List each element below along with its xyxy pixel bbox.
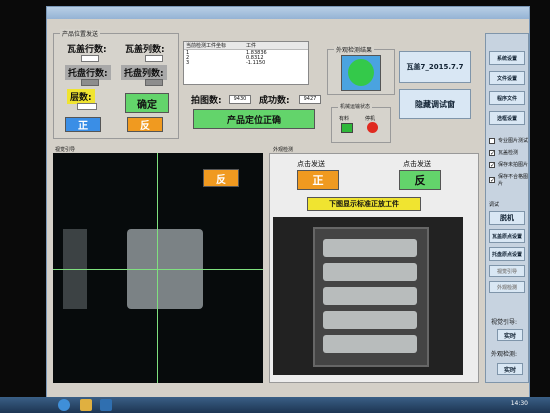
left-camera-view: 反 [53,153,263,383]
title-bar [47,7,529,19]
right-cam-label: 外观检测 [273,147,294,153]
left-cam-label: 视觉引导 [55,147,76,153]
rows-a-input[interactable] [81,55,99,62]
workpiece-4 [323,311,417,329]
visual-guide-sub-label: 视觉引导: [491,319,518,326]
cols-a-label: 瓦盖列数: [125,45,165,55]
file-settings-button[interactable]: 文件设置 [489,71,525,85]
click-send-label-1: 点击发送 [297,160,325,168]
table-header-cell: 工件 [246,43,257,49]
hide-debug-button[interactable]: 隐藏调试窗 [399,89,471,119]
position-status: 产品定位正确 [193,109,315,129]
system-settings-button[interactable]: 系统设置 [489,51,525,65]
crosshair-horizontal [53,269,263,270]
robot-panel-label: 机械运输状态 [338,103,373,110]
checkbox-save-unshot[interactable]: 保存未拍图片 [489,161,528,168]
offline-button[interactable]: 脱机 [489,211,525,225]
right-camera-view [273,217,463,375]
debug-section-label: 调试 [489,202,500,208]
success-count-label: 成功数: [259,96,290,106]
workpiece-1 [323,239,417,257]
taskbar: 14:30 [0,397,550,413]
program-file-button[interactable]: 程序文件 [489,91,525,105]
front-button[interactable]: 正 [65,117,101,132]
rows-b-input[interactable] [81,79,99,86]
left-cam-badge: 反 [203,169,239,187]
send-front-button[interactable]: 正 [297,170,339,190]
robot-light-2 [367,122,378,133]
visual-guide-button[interactable]: 视觉引导 [489,265,525,277]
app-icon[interactable] [100,399,112,411]
robot-panel: 机械运输状态 [331,103,391,143]
product-panel-label: 产品位置发送 [60,29,101,38]
start-icon[interactable] [58,399,70,411]
shot-count-label: 拍图数: [191,96,222,106]
appearance-sub-label: 外观检测: [491,351,518,358]
explorer-icon[interactable] [80,399,92,411]
tray-origin-button[interactable]: 托盘原点设置 [489,247,525,261]
table-header-cell: 当前检测工件坐标 [186,43,227,49]
workpiece-5 [323,335,417,353]
checkbox-box[interactable] [489,161,495,168]
robot-light-1 [341,123,353,133]
cols-b-input[interactable] [145,79,163,86]
checkbox-box[interactable] [489,177,495,183]
checkbox-save-ng[interactable]: 保存不合格图片 [489,173,529,187]
crosshair-vertical [157,153,158,383]
checkbox-label: 保存不合格图片 [498,174,529,187]
robot-light-1-label: 有料 [339,116,350,122]
workpiece-2 [323,263,417,281]
click-send-label-2: 点击发送 [403,160,431,168]
checkbox-pro-image[interactable]: 专业图片测试 [489,137,528,144]
cols-a-input[interactable] [145,55,163,62]
date-box: 瓦盖7_2015.7.7 [399,51,471,83]
back-button[interactable]: 反 [127,117,163,132]
cols-b-label: 托盘列数: [121,65,167,80]
main-window: 产品位置发送 瓦盖行数: 瓦盖列数: 托盘行数: 托盘列数: 层数: 确定 正 … [46,6,530,398]
robot-light-2-label: 停机 [365,116,376,122]
visual-guide-realtime-button[interactable]: 实时 [497,329,523,341]
rows-b-label: 托盘行数: [65,65,111,80]
table-cell: -1.1150 [246,60,266,66]
standard-caption: 下图显示标准正放工件 [307,197,421,211]
send-back-button[interactable]: 反 [399,170,441,190]
appearance-realtime-button[interactable]: 实时 [497,363,523,375]
cover-origin-button[interactable]: 瓦盖原点设置 [489,229,525,243]
workpiece-3 [323,287,417,305]
checkbox-label: 瓦盖检测 [498,150,519,156]
checkbox-cover-detect[interactable]: 瓦盖检测 [489,149,518,156]
rows-a-label: 瓦盖行数: [67,45,107,55]
detect-result-indicator [348,59,374,86]
success-count-value: 9427 [299,95,321,104]
layers-label: 层数: [67,89,95,104]
box-settings-button[interactable]: 选框设置 [489,111,525,125]
detect-panel-label: 外观检测结果 [334,45,375,54]
checkbox-label: 专业图片测试 [498,138,529,144]
clock: 14:30 [510,400,528,407]
shot-count-value: 9430 [229,95,251,104]
checkbox-box[interactable] [489,149,495,156]
table-row[interactable]: 3 -1.1150 [184,60,308,66]
table-cell: 3 [186,60,190,66]
confirm-button[interactable]: 确定 [125,93,169,113]
table-header: 当前检测工件坐标 工件 [184,42,308,50]
appearance-detect-button[interactable]: 外观检测 [489,281,525,293]
checkbox-box[interactable] [489,137,495,144]
coordinates-table: 当前检测工件坐标 工件 1 1.83836 2 0.8312 3 -1.1150 [183,41,309,85]
checkbox-label: 保存未拍图片 [498,162,529,168]
layers-input[interactable] [77,103,97,110]
